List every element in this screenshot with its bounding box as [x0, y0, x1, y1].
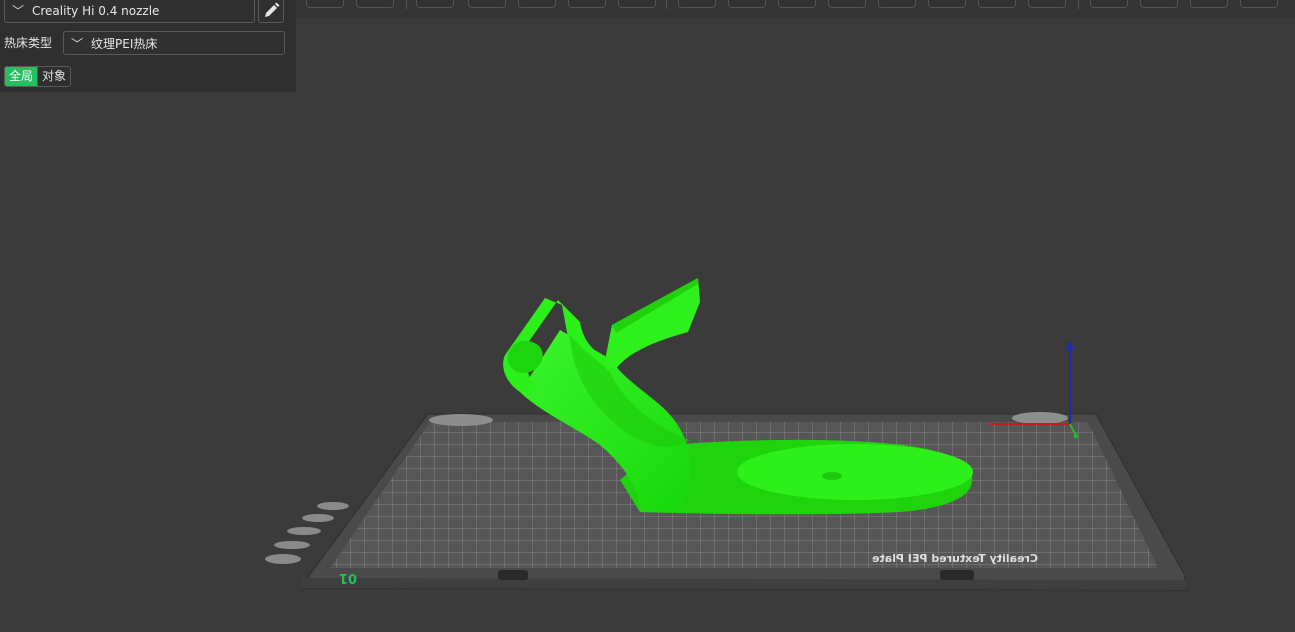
bed-clip — [429, 414, 493, 426]
toolbar-button[interactable] — [778, 0, 816, 8]
model-base-hole — [822, 472, 842, 480]
bed-clip — [1012, 412, 1068, 424]
model-base-top — [737, 444, 973, 500]
toolbar-button[interactable] — [1140, 0, 1178, 8]
bed-marker — [302, 514, 334, 522]
axis-gizmo — [990, 340, 1079, 439]
toolbar-button[interactable] — [1090, 0, 1128, 8]
toolbar-button[interactable] — [618, 0, 656, 8]
chevron-down-icon: ﹀ — [71, 37, 84, 51]
plate-number: 01 — [339, 570, 357, 585]
toolbar-button[interactable] — [416, 0, 454, 8]
build-plate-edge — [300, 578, 1186, 590]
bed-type-value: 纹理PEI热床 — [91, 37, 158, 51]
toolbar-separator — [1078, 0, 1079, 9]
toolbar-separator — [406, 0, 407, 9]
toolbar-button[interactable] — [728, 0, 766, 8]
toolbar-button[interactable] — [568, 0, 606, 8]
toolbar-button[interactable] — [1028, 0, 1066, 8]
bed-type-label: 热床类型 — [4, 36, 53, 50]
toolbar-button[interactable] — [928, 0, 966, 8]
bed-marker — [287, 527, 321, 535]
toolbar-button[interactable] — [306, 0, 344, 8]
printer-value: Creality Hi 0.4 nozzle — [32, 4, 160, 18]
bed-clip — [940, 570, 974, 580]
toggle-global[interactable]: 全局 — [5, 67, 38, 86]
top-toolbar — [296, 0, 1295, 18]
bed-marker — [317, 502, 349, 510]
toolbar-button[interactable] — [1240, 0, 1278, 8]
scope-toggle: 全局 对象 — [4, 66, 72, 87]
toolbar-separator — [666, 0, 667, 9]
toolbar-button[interactable] — [828, 0, 866, 8]
toolbar-button[interactable] — [468, 0, 506, 8]
printer-select[interactable]: ﹀ Creality Hi 0.4 nozzle — [4, 0, 255, 23]
y-axis-arrow — [1073, 433, 1079, 439]
toolbar-button[interactable] — [978, 0, 1016, 8]
toolbar-button[interactable] — [678, 0, 716, 8]
chevron-down-icon: ﹀ — [12, 4, 25, 18]
toggle-object[interactable]: 对象 — [37, 67, 71, 86]
scene-canvas[interactable]: 01 Creality Textured PEI Plate — [0, 0, 1295, 632]
toolbar-button[interactable] — [1190, 0, 1228, 8]
3d-viewport[interactable]: 01 Creality Textured PEI Plate ﹀ Crealit… — [0, 0, 1295, 632]
bed-marker — [274, 541, 310, 549]
pencil-icon — [265, 2, 280, 17]
toolbar-button[interactable] — [356, 0, 394, 8]
z-axis-arrow — [1066, 340, 1074, 350]
edit-printer-button[interactable] — [258, 0, 284, 23]
bed-clip — [498, 570, 528, 580]
toolbar-button[interactable] — [878, 0, 916, 8]
left-settings-panel: ﹀ Creality Hi 0.4 nozzle 热床类型 ﹀ 纹理PEI热床 … — [0, 0, 296, 92]
bed-type-select[interactable]: ﹀ 纹理PEI热床 — [63, 31, 285, 55]
bed-marker — [265, 554, 301, 564]
toolbar-button[interactable] — [518, 0, 556, 8]
bed-label-text: Creality Textured PEI Plate — [872, 552, 1038, 565]
